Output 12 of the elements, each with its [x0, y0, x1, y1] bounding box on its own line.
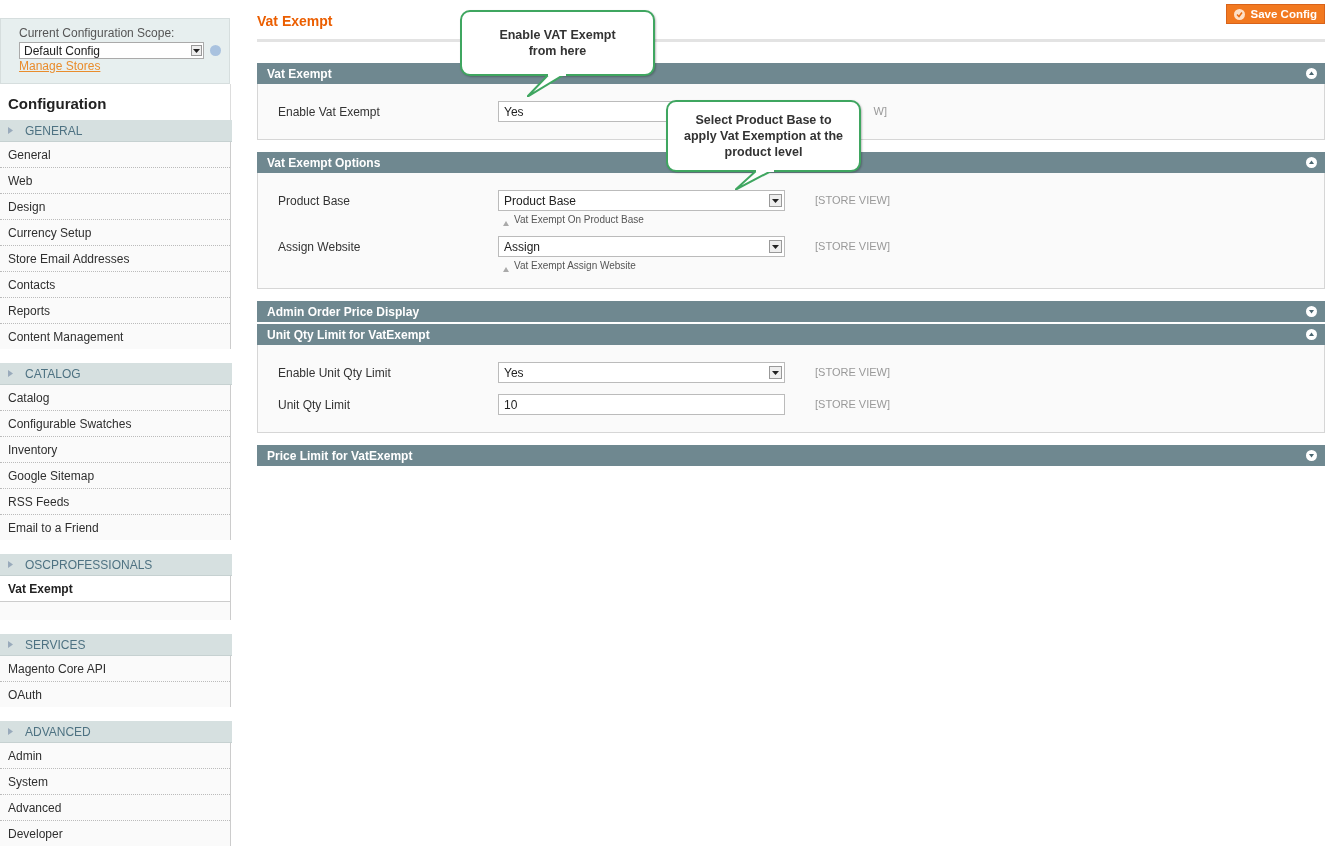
- field-label: Enable Unit Qty Limit: [278, 365, 392, 380]
- field-hint: Vat Exempt On Product Base: [514, 214, 644, 225]
- scope-label: W]: [872, 104, 887, 117]
- callout-tooltip: Enable VAT Exempt from here: [460, 10, 655, 97]
- field-label: Unit Qty Limit: [278, 397, 351, 412]
- page-title: Vat Exempt: [257, 13, 333, 29]
- scope-label: Current Configuration Scope:: [19, 26, 176, 40]
- field-label: Assign Website: [278, 239, 362, 254]
- callout-tooltip: Select Product Base to apply Vat Exemption at the product level: [666, 100, 861, 190]
- field-hint: Vat Exempt Assign Website: [514, 260, 636, 271]
- field-label: Enable Vat Exempt: [278, 104, 381, 119]
- field-label: Product Base: [278, 193, 352, 208]
